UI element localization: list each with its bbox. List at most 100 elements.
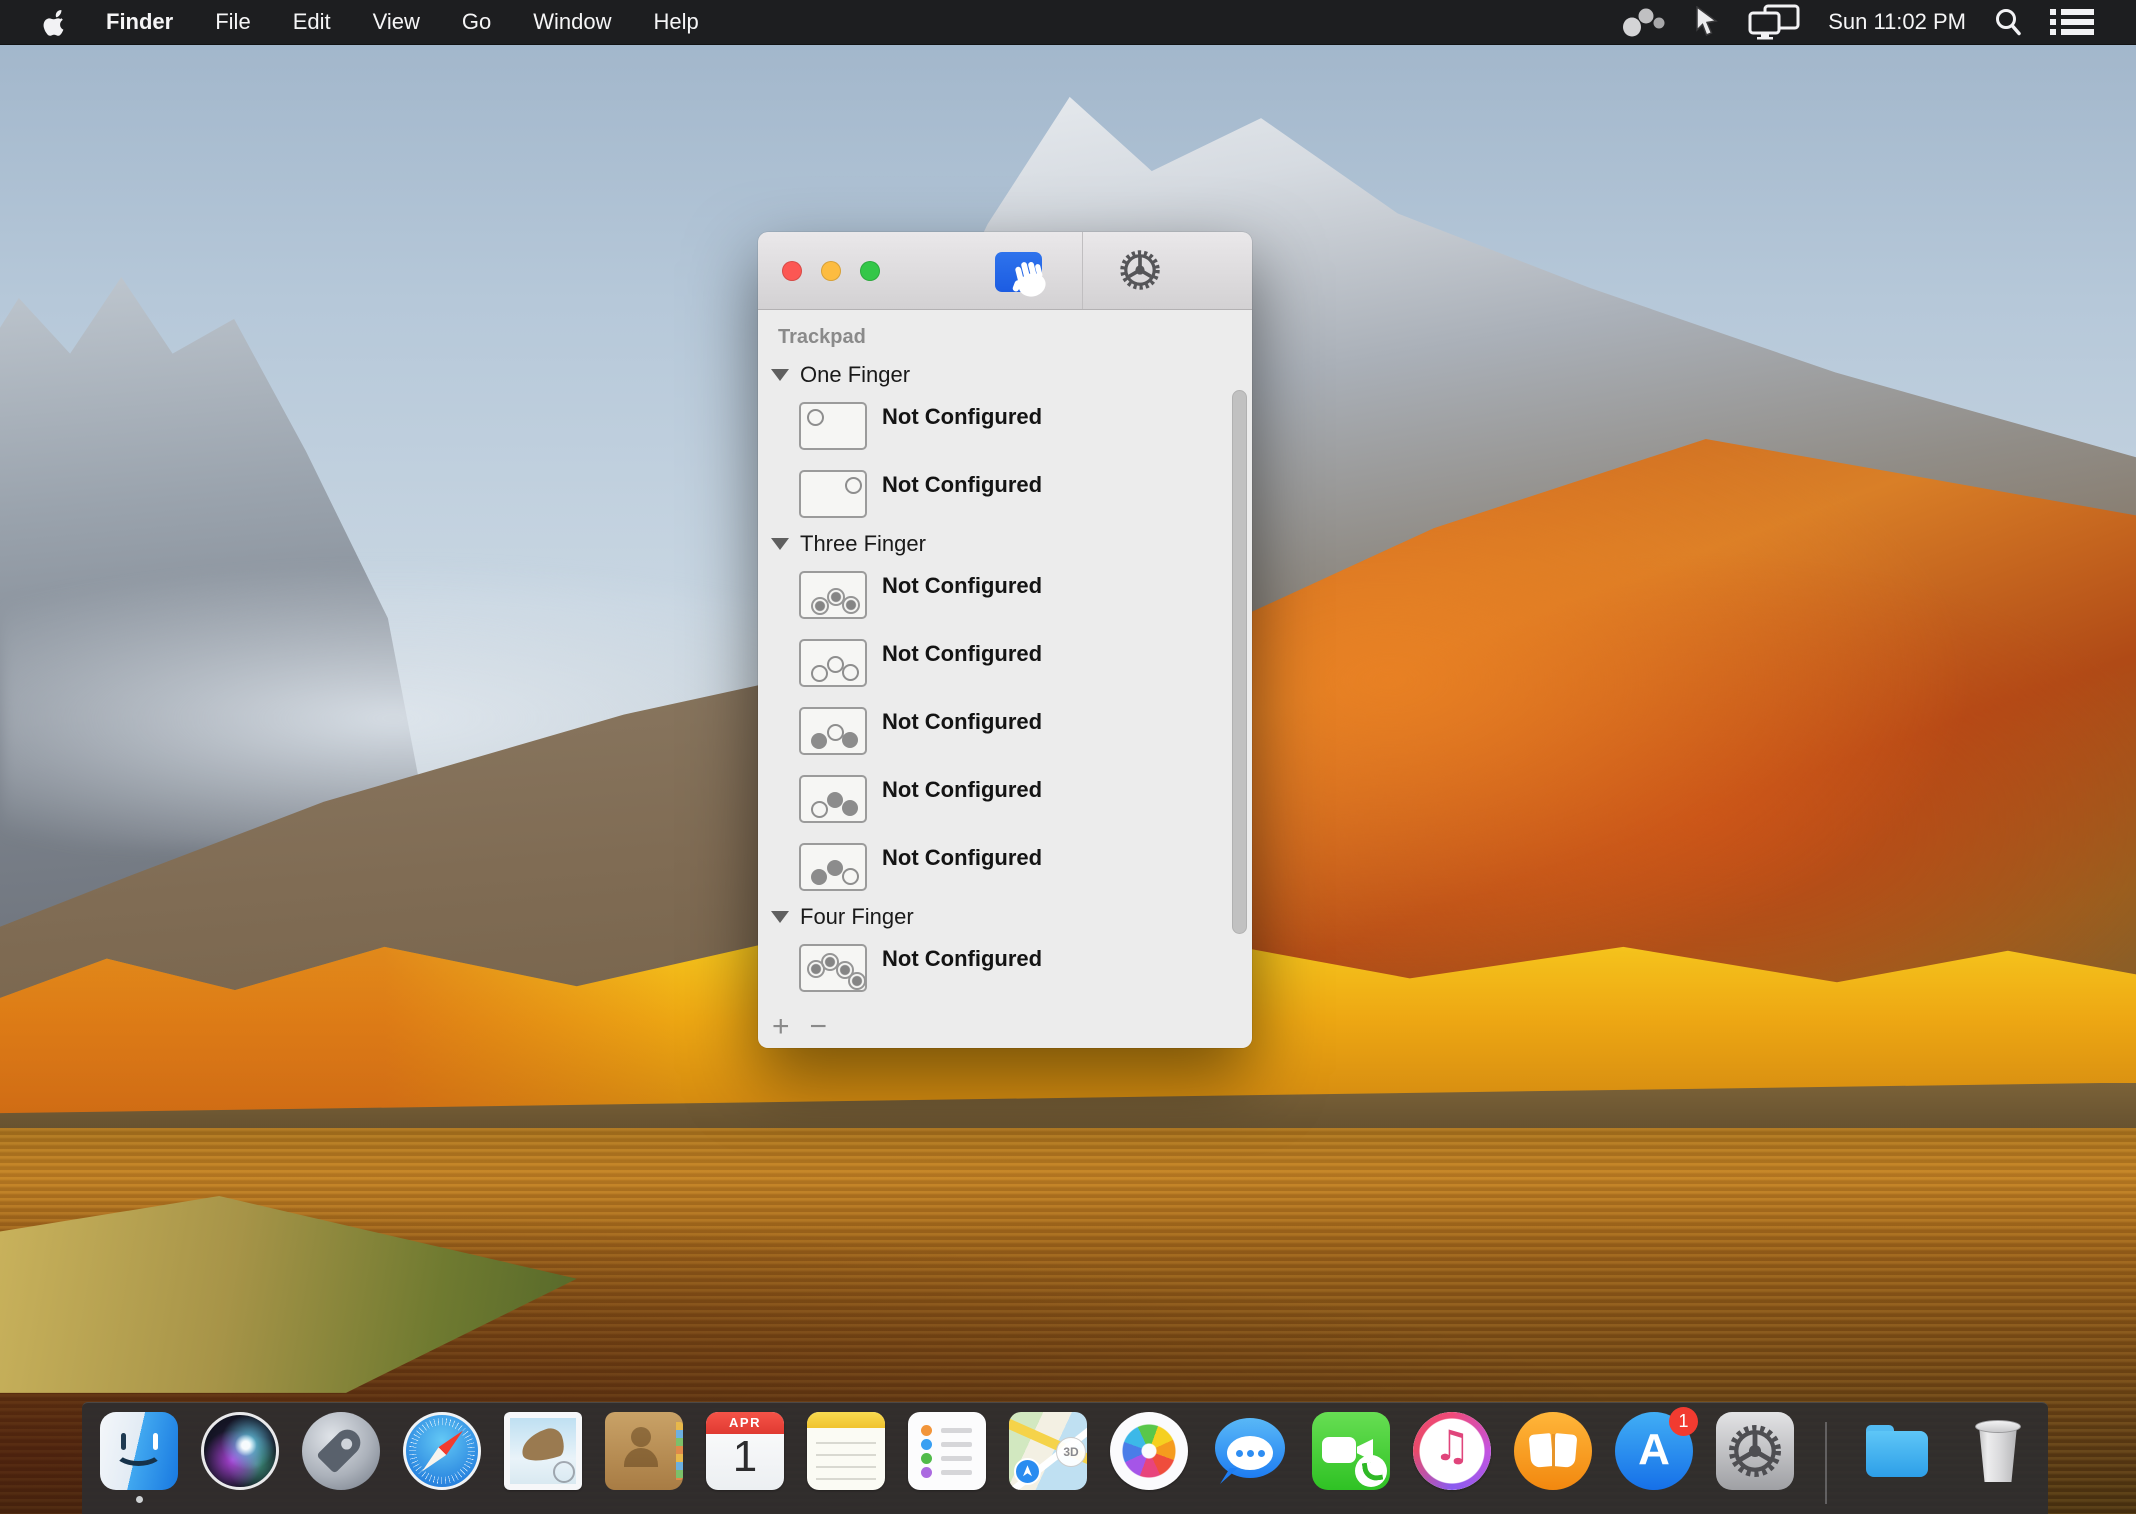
dock-folder-icon[interactable] (1858, 1412, 1936, 1490)
finder-icon-art (100, 1412, 178, 1490)
ibooks-icon-art (1514, 1412, 1592, 1490)
music-note-icon: ♫ (1413, 1421, 1491, 1470)
apple-menu[interactable] (42, 9, 65, 36)
trackpad-list-title: Trackpad (778, 326, 1252, 349)
dock-siri-icon[interactable] (201, 1412, 279, 1490)
menu-clock[interactable]: Sun 11:02 PM (1828, 9, 1966, 35)
gesture-row[interactable]: Not Configured (799, 775, 1252, 823)
spotlight-search-icon[interactable] (1993, 6, 2023, 38)
remove-gesture-button[interactable]: − (810, 1012, 828, 1042)
menu-status-area: Sun 11:02 PM (1621, 4, 2136, 40)
maps-3d-badge: 3D (1056, 1437, 1086, 1467)
dock: APR1 3D ♫ A1 (82, 1402, 2048, 1514)
finger-dot-ring (842, 596, 860, 614)
finger-dot-ring (811, 597, 829, 615)
dock-mail-icon[interactable] (504, 1412, 582, 1490)
trackpad-gestures-window: Trackpad One Finger Not Configured Not Con… (758, 232, 1252, 1048)
section-header-one-finger[interactable]: One Finger (771, 362, 1252, 388)
gesture-row[interactable]: Not Configured (799, 571, 1252, 619)
gesture-action-label: Not Configured (882, 472, 1042, 498)
trackpad-pattern-icon (799, 707, 867, 755)
section-header-four-finger[interactable]: Four Finger (771, 904, 1252, 930)
menu-item-view[interactable]: View (352, 0, 441, 44)
menu-item-go[interactable]: Go (441, 0, 512, 44)
shared-cursor-icon[interactable] (1694, 6, 1720, 38)
siri-icon-art (201, 1412, 279, 1490)
dock-contacts-icon[interactable] (605, 1412, 683, 1490)
minimize-button[interactable] (821, 261, 841, 281)
menu-items: FinderFileEditViewGoWindowHelp (85, 0, 720, 44)
gesture-dots-icon[interactable] (1621, 6, 1667, 38)
dock-trash-icon[interactable] (1959, 1412, 2037, 1490)
displays-icon[interactable] (1747, 4, 1801, 40)
dock-photos-icon[interactable] (1110, 1412, 1188, 1490)
gesture-row[interactable]: Not Configured (799, 402, 1252, 450)
gesture-row[interactable]: Not Configured (799, 843, 1252, 891)
finger-dot-filled (827, 792, 843, 808)
safari-icon-art (403, 1412, 481, 1490)
disclosure-triangle-icon[interactable] (771, 911, 789, 923)
gesture-row[interactable]: Not Configured (799, 639, 1252, 687)
contacts-icon-art (605, 1412, 683, 1490)
section-header-three-finger[interactable]: Three Finger (771, 531, 1252, 557)
disclosure-triangle-icon[interactable] (771, 538, 789, 550)
finger-dot-ring (848, 972, 866, 990)
folder-icon-art (1858, 1412, 1936, 1490)
menu-item-window[interactable]: Window (512, 0, 632, 44)
window-titlebar[interactable] (758, 232, 1252, 310)
menu-item-help[interactable]: Help (633, 0, 720, 44)
finger-dot-outline (807, 409, 824, 426)
trackpad-gestures-tab[interactable] (995, 252, 1042, 292)
finger-dot-filled (842, 732, 858, 748)
menu-item-edit[interactable]: Edit (272, 0, 352, 44)
gesture-row[interactable]: Not Configured (799, 470, 1252, 518)
close-button[interactable] (782, 261, 802, 281)
gesture-action-label: Not Configured (882, 845, 1042, 871)
scrollbar-thumb[interactable] (1232, 390, 1247, 934)
dock-messages-icon[interactable] (1211, 1412, 1289, 1490)
dock-itunes-icon[interactable]: ♫ (1413, 1412, 1491, 1490)
dock-calendar-icon[interactable]: APR1 (706, 1412, 784, 1490)
dock-finder-icon[interactable] (100, 1412, 178, 1490)
dock-reminders-icon[interactable] (908, 1412, 986, 1490)
dock-ibooks-icon[interactable] (1514, 1412, 1592, 1490)
gesture-list: One Finger Not Configured Not Configured Th… (758, 362, 1252, 992)
gesture-action-label: Not Configured (882, 404, 1042, 430)
finger-dot-outline (811, 801, 828, 818)
notification-center-icon[interactable] (2050, 7, 2094, 37)
gesture-action-label: Not Configured (882, 573, 1042, 599)
gesture-list-footer: + − (772, 1012, 827, 1042)
dock-launchpad-icon[interactable] (302, 1412, 380, 1490)
settings-tab[interactable] (1118, 250, 1162, 294)
gesture-row[interactable]: Not Configured (799, 707, 1252, 755)
finger-dot-outline (842, 664, 859, 681)
finger-dot-filled (811, 733, 827, 749)
finger-dot-filled (811, 869, 827, 885)
gear-icon (1118, 248, 1162, 297)
dock-maps-icon[interactable]: 3D (1009, 1412, 1087, 1490)
dock-appstore-icon[interactable]: A1 (1615, 1412, 1693, 1490)
trackpad-pattern-icon (799, 639, 867, 687)
menu-item-file[interactable]: File (194, 0, 271, 44)
mail-icon-art (504, 1412, 582, 1490)
finger-dot-outline (845, 477, 862, 494)
zoom-button[interactable] (860, 261, 880, 281)
system-preferences-icon-art (1716, 1412, 1794, 1490)
facetime-icon-art (1312, 1412, 1390, 1490)
dock-system-preferences-icon[interactable] (1716, 1412, 1794, 1490)
dock-safari-icon[interactable] (403, 1412, 481, 1490)
section-label: Three Finger (800, 531, 926, 557)
dock-divider (1825, 1422, 1827, 1504)
section-label: Four Finger (800, 904, 914, 930)
apple-icon (42, 9, 65, 36)
gesture-row[interactable]: Not Configured (799, 944, 1252, 992)
add-gesture-button[interactable]: + (772, 1012, 790, 1042)
disclosure-triangle-icon[interactable] (771, 369, 789, 381)
trackpad-hand-icon (1011, 258, 1049, 300)
window-content: Trackpad One Finger Not Configured Not Con… (758, 310, 1252, 1048)
trackpad-pattern-icon (799, 571, 867, 619)
trash-icon-art (1959, 1412, 2037, 1490)
dock-notes-icon[interactable] (807, 1412, 885, 1490)
dock-facetime-icon[interactable] (1312, 1412, 1390, 1490)
menu-item-finder[interactable]: Finder (85, 0, 194, 44)
